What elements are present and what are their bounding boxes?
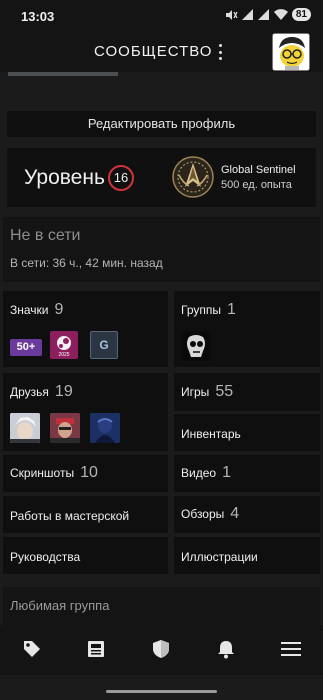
online-status: Не в сети [10,227,81,244]
reviews-tile[interactable]: Обзоры 4 [174,496,320,533]
bottom-nav [0,625,323,675]
avatar-lemon-character-icon [273,34,309,70]
signal-icon [241,9,253,20]
signal-icon-2 [257,9,269,20]
profile-banner-edge [8,72,118,76]
games-count: 55 [215,383,234,400]
favorite-group-card[interactable]: Любимая группа [3,587,320,625]
badge-2025-label: 2025 [58,352,70,358]
videos-label: Видео [181,466,217,480]
shield-icon[interactable] [149,637,173,661]
workshop-tile[interactable]: Работы в мастерской [3,496,168,533]
games-tile[interactable]: Игры 55 [174,373,320,411]
status-icons: 81 [225,8,311,21]
guides-label: Руководства [10,550,81,564]
mute-icon [225,9,238,20]
hamburger-icon[interactable] [279,637,303,661]
groups-label: Группы [181,303,221,317]
avatar[interactable] [272,33,310,71]
level-badge: 16 [108,165,134,191]
friends-tile[interactable]: Друзья 19 [3,373,168,451]
workshop-label: Работы в мастерской [10,509,130,523]
friend-avatar-1[interactable] [10,413,40,443]
videos-count: 1 [222,464,231,481]
badge-xp: 500 ед. опыта [221,179,292,191]
friend-avatar-2-icon [50,413,80,443]
screenshots-label: Скриншоты [10,466,75,480]
tag-icon[interactable] [20,637,44,661]
badges-count: 9 [54,301,64,318]
screenshots-count: 10 [80,464,98,481]
favorite-group-label: Любимая группа [10,598,110,613]
home-indicator[interactable] [106,690,217,693]
kebab-menu-icon[interactable] [214,42,226,62]
friend-avatar-3[interactable] [90,413,120,443]
badge-2025[interactable]: 2025 [50,331,78,359]
reviews-count: 4 [230,505,240,522]
bell-icon[interactable] [214,637,238,661]
last-online: В сети: 36 ч., 42 мин. назад [10,256,163,270]
global-sentinel-badge-icon [172,156,214,198]
games-label: Игры [181,385,210,399]
page-title: СООБЩЕСТВО [94,43,213,60]
badge-50plus[interactable]: 50+ [10,339,42,356]
guides-tile[interactable]: Руководства [3,537,168,574]
badge-g[interactable]: G [90,331,118,359]
inventory-label: Инвентарь [181,427,241,441]
group-avatar[interactable] [181,331,211,361]
friend-avatar-2[interactable] [50,413,80,443]
status-bar: 13:03 81 [0,0,323,32]
screenshots-tile[interactable]: Скриншоты 10 [3,455,168,492]
reviews-label: Обзоры [181,507,225,521]
badge-g-label: G [99,338,109,352]
level-card[interactable]: Уровень 16 Global Sentinel 500 ед. опыта [7,148,316,207]
status-time: 13:03 [21,9,55,24]
badges-label: Значки [10,303,49,317]
group-skull-icon [181,331,211,361]
edit-profile-button[interactable]: Редактировать профиль [7,111,316,137]
friends-label: Друзья [10,385,49,399]
battery-indicator: 81 [291,8,311,21]
online-status-card: Не в сети В сети: 36 ч., 42 мин. назад [3,217,320,282]
groups-count: 1 [226,301,236,318]
friend-avatar-3-icon [90,413,120,443]
artwork-tile[interactable]: Иллюстрации [174,537,320,574]
badge-name: Global Sentinel [221,164,296,176]
artwork-label: Иллюстрации [181,550,258,564]
app-bar: СООБЩЕСТВО [0,32,323,72]
level-label: Уровень [24,166,105,189]
videos-tile[interactable]: Видео 1 [174,455,320,492]
news-icon[interactable] [84,637,108,661]
wifi-icon [273,9,288,20]
friends-count: 19 [54,383,73,400]
friend-avatar-1-icon [10,413,40,443]
badge-50plus-label: 50+ [16,341,36,353]
groups-tile[interactable]: Группы 1 [174,291,320,367]
inventory-tile[interactable]: Инвентарь [174,414,320,451]
badges-tile[interactable]: Значки 9 50+ 2025 G [3,291,168,367]
